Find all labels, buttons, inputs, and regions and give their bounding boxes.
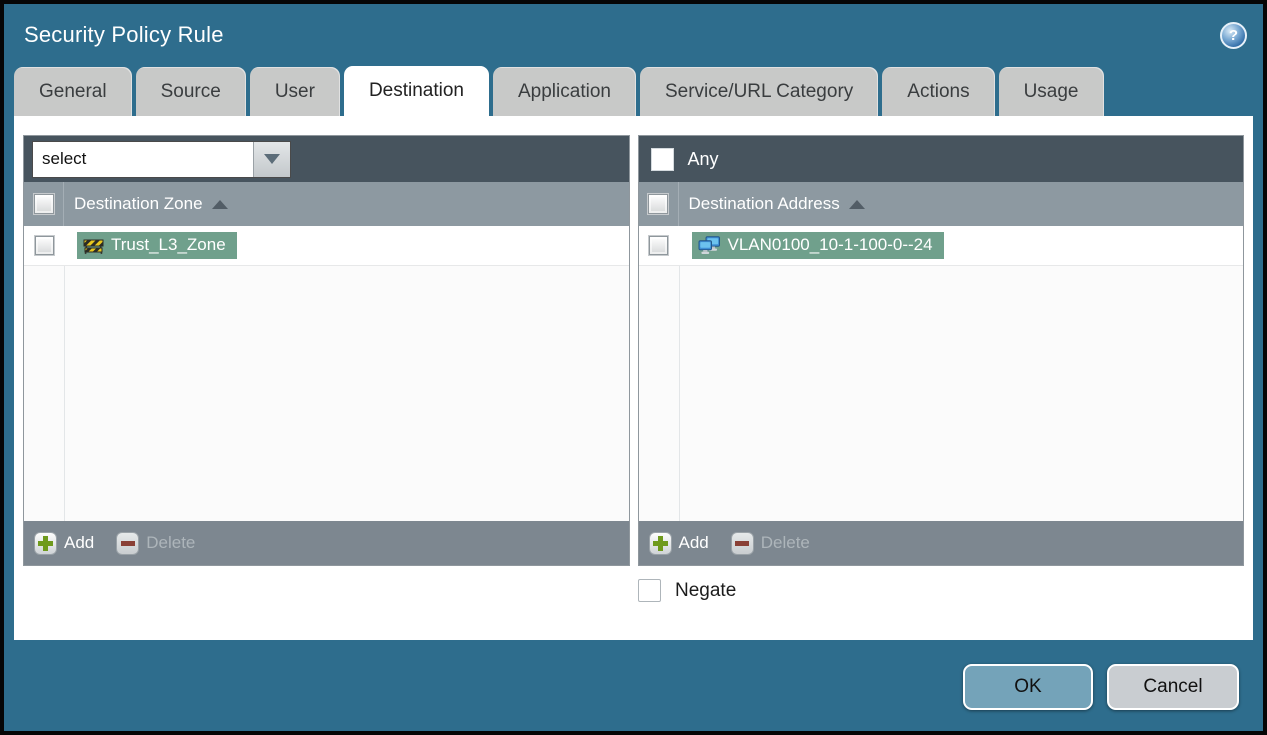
plus-icon: [34, 531, 57, 555]
select-all-zones-checkbox[interactable]: [33, 194, 54, 214]
zone-select-value[interactable]: select: [33, 141, 253, 177]
zone-delete-button[interactable]: Delete: [116, 531, 195, 555]
zone-add-button[interactable]: Add: [34, 531, 94, 555]
address-chip-label: VLAN0100_10-1-100-0--24: [727, 235, 933, 254]
zone-chip[interactable]: Trust_L3_Zone: [77, 232, 237, 259]
any-label: Any: [687, 148, 719, 169]
destination-address-panel: Any Destination Address VLAN0100_10-1-10…: [637, 135, 1244, 566]
zone-column-header[interactable]: Destination Zone: [24, 182, 629, 226]
address-column-title: Destination Address: [688, 194, 840, 213]
tab-source[interactable]: Source: [135, 67, 246, 116]
any-address-checkbox[interactable]: [650, 147, 674, 171]
zone-row-checkbox[interactable]: [34, 236, 54, 255]
minus-icon: [116, 531, 140, 555]
ok-button[interactable]: OK: [963, 664, 1093, 710]
address-row-checkbox[interactable]: [649, 236, 668, 255]
address-panel-footer: Add Delete: [638, 521, 1243, 565]
tab-destination[interactable]: Destination: [343, 66, 489, 116]
zone-icon: [83, 239, 104, 254]
select-all-addresses-checkbox[interactable]: [648, 194, 668, 214]
zone-chip-label: Trust_L3_Zone: [111, 235, 226, 254]
tab-application[interactable]: Application: [493, 67, 636, 116]
destination-zone-panel: select Destination Zone Trust_L3_Zone Ad…: [23, 135, 630, 566]
address-chip[interactable]: VLAN0100_10-1-100-0--24: [691, 232, 944, 259]
titlebar: Security Policy Rule ?: [4, 4, 1263, 66]
address-panel-toolbar: Any: [638, 136, 1243, 182]
chevron-down-icon: [264, 154, 280, 164]
tab-usage[interactable]: Usage: [998, 67, 1104, 116]
sort-ascending-icon: [848, 199, 865, 209]
zone-row[interactable]: Trust_L3_Zone: [24, 226, 629, 266]
tab-service-url-category[interactable]: Service/URL Category: [639, 67, 879, 116]
help-icon[interactable]: ?: [1220, 21, 1247, 49]
negate-checkbox[interactable]: [638, 579, 661, 602]
address-row[interactable]: VLAN0100_10-1-100-0--24: [638, 226, 1243, 266]
dialog-title: Security Policy Rule: [24, 22, 224, 47]
zone-panel-toolbar: select: [24, 136, 629, 182]
cancel-button[interactable]: Cancel: [1107, 664, 1239, 710]
tab-general[interactable]: General: [14, 67, 132, 116]
address-column-header[interactable]: Destination Address: [638, 182, 1243, 226]
address-add-button[interactable]: Add: [648, 531, 709, 555]
zone-select-dropdown-button[interactable]: [253, 141, 290, 177]
plus-icon: [648, 531, 672, 555]
zone-list: Trust_L3_Zone: [24, 226, 629, 521]
sort-ascending-icon: [211, 199, 228, 209]
destination-tab-content: select Destination Zone Trust_L3_Zone Ad…: [14, 116, 1253, 640]
tab-bar: General Source User Destination Applicat…: [4, 66, 1263, 116]
negate-option: Negate: [638, 579, 1244, 602]
zone-panel-footer: Add Delete: [24, 521, 629, 565]
address-delete-button[interactable]: Delete: [730, 531, 810, 555]
address-list: VLAN0100_10-1-100-0--24: [638, 226, 1243, 521]
address-icon: [698, 235, 720, 254]
tab-user[interactable]: User: [249, 67, 340, 116]
tab-actions[interactable]: Actions: [882, 67, 995, 116]
zone-select: select: [32, 140, 291, 178]
minus-icon: [730, 531, 754, 555]
zone-column-title: Destination Zone: [74, 194, 203, 213]
negate-label: Negate: [675, 579, 737, 601]
security-policy-rule-dialog: Security Policy Rule ? General Source Us…: [0, 0, 1267, 735]
dialog-button-bar: OK Cancel: [4, 640, 1263, 731]
